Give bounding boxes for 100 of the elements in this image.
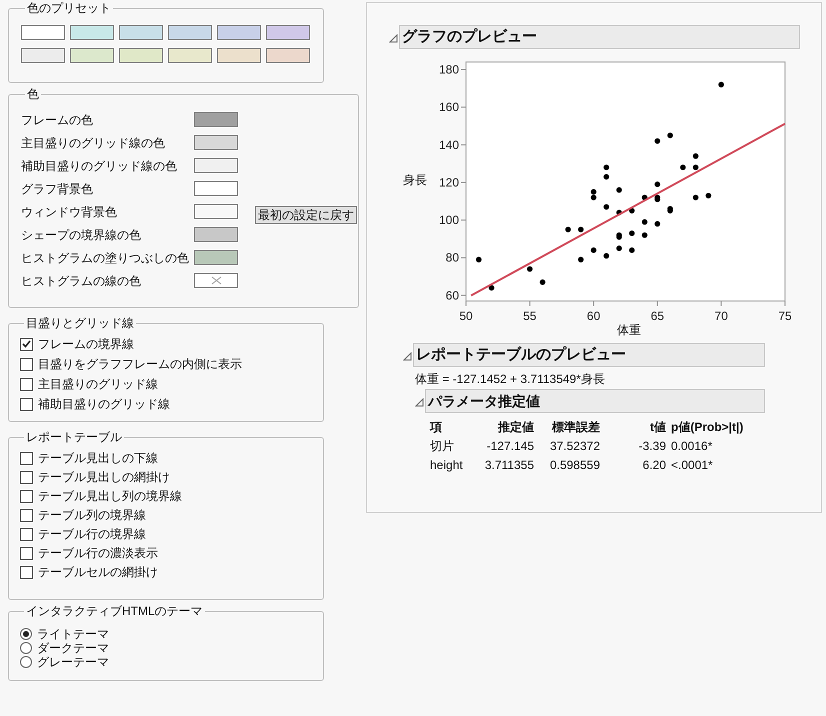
color-preset-swatch[interactable] (21, 25, 65, 40)
radio-button[interactable] (20, 656, 32, 668)
color-swatch[interactable] (194, 227, 238, 242)
column-header: 項 (430, 419, 443, 435)
color-label: 主目盛りのグリッド線の色 (21, 134, 166, 152)
y-tick-label: 120 (438, 175, 460, 190)
color-preset-swatch[interactable] (21, 48, 65, 63)
data-point (654, 221, 660, 227)
color-preset-swatch[interactable] (217, 25, 261, 40)
color-label: ヒストグラムの線の色 (21, 272, 142, 290)
y-tick: 120 (438, 175, 466, 190)
y-tick-label: 140 (438, 138, 460, 152)
checkbox-label: テーブル見出しの網掛け (38, 469, 170, 486)
no-color-swatch[interactable] (194, 273, 238, 288)
table-cell-text: 0.0016* (670, 438, 714, 454)
disclosure-triangle-icon[interactable] (389, 34, 398, 43)
data-point (590, 247, 596, 253)
data-point (578, 256, 584, 262)
data-point (488, 285, 494, 291)
disclosure-triangle-icon[interactable] (403, 352, 412, 361)
color-swatch[interactable] (194, 135, 238, 150)
data-point (692, 153, 698, 159)
data-point (654, 182, 660, 188)
data-point (565, 226, 571, 232)
color-label: グラフ背景色 (21, 180, 94, 198)
checkbox-label: テーブル列の境界線 (38, 507, 146, 524)
color-preset-swatch[interactable] (119, 48, 163, 63)
checkbox-label: 補助目盛りのグリッド線 (38, 396, 170, 413)
checkbox[interactable] (20, 566, 33, 578)
color-preset-swatch[interactable] (119, 25, 163, 40)
data-point (692, 194, 698, 200)
data-point (654, 138, 660, 144)
color-swatch[interactable] (194, 250, 238, 265)
color-preset-swatch[interactable] (266, 48, 310, 63)
checkbox[interactable] (20, 508, 33, 522)
color-swatch[interactable] (194, 181, 238, 196)
color-preset-swatch[interactable] (266, 25, 310, 40)
outline-header[interactable]: パラメータ推定値 (425, 389, 765, 413)
x-tick: 70 (714, 300, 728, 323)
checkbox[interactable] (20, 378, 33, 390)
table-cell-text: 切片 (430, 438, 455, 454)
color-preset-swatch[interactable] (70, 25, 114, 40)
data-point (692, 164, 698, 170)
data-point (604, 164, 610, 170)
checkbox-label: フレームの境界線 (38, 336, 134, 353)
y-tick: 160 (438, 100, 466, 114)
column-header: 推定値 (496, 419, 534, 435)
checkbox[interactable] (20, 528, 33, 540)
data-point (476, 256, 482, 262)
color-swatch[interactable] (194, 204, 238, 219)
y-tick: 180 (438, 62, 466, 77)
reset-button[interactable]: 最初の設定に戻す (255, 206, 357, 224)
color-preset-swatch[interactable] (168, 25, 212, 40)
y-tick-label: 80 (446, 250, 460, 265)
table-cell-text: 0.598559 (548, 457, 600, 473)
checkbox-label: テーブル行の濃淡表示 (38, 545, 158, 562)
color-preset-swatch[interactable] (70, 48, 114, 63)
checkbox[interactable] (20, 452, 33, 464)
data-point (604, 174, 610, 180)
outline-header[interactable]: レポートテーブルのプレビュー (413, 343, 765, 367)
radio-button[interactable] (20, 628, 32, 640)
data-point (616, 246, 622, 252)
y-tick: 140 (438, 138, 466, 152)
x-tick-label: 65 (650, 309, 664, 323)
color-preset-swatch[interactable] (168, 48, 212, 63)
checkbox[interactable] (20, 358, 33, 370)
data-point (718, 82, 724, 88)
checkbox[interactable] (20, 338, 33, 350)
checkbox-label: テーブル行の境界線 (38, 526, 146, 543)
color-swatch[interactable] (194, 158, 238, 173)
color-label: 補助目盛りのグリッド線の色 (21, 158, 178, 174)
cross-icon (210, 276, 222, 285)
x-tick: 75 (778, 300, 791, 323)
table-cell-text: 6.20 (642, 457, 666, 473)
table-cell-text: -127.145 (486, 438, 534, 454)
y-tick: 80 (446, 250, 466, 265)
x-tick: 60 (586, 300, 600, 323)
data-point (604, 253, 610, 259)
checkbox-label: テーブル見出しの下線 (38, 450, 158, 467)
y-tick: 60 (446, 288, 466, 302)
y-tick-label: 60 (446, 288, 460, 302)
x-tick-label: 50 (459, 309, 473, 323)
color-preset-swatch[interactable] (217, 48, 261, 63)
checkbox[interactable] (20, 398, 33, 410)
data-point (616, 187, 622, 193)
x-tick: 55 (523, 300, 536, 323)
color-swatch[interactable] (194, 112, 238, 127)
radio-button[interactable] (20, 642, 32, 654)
group-title: 色 (26, 87, 40, 101)
checkbox[interactable] (20, 546, 33, 560)
group-title: インタラクティブHTMLのテーマ (25, 604, 204, 618)
disclosure-triangle-icon[interactable] (415, 398, 424, 407)
checkbox[interactable] (20, 470, 33, 484)
data-point (642, 194, 648, 200)
checkbox[interactable] (20, 490, 33, 502)
data-point (540, 279, 546, 285)
color-label: フレームの色 (21, 112, 94, 128)
checkbox-label: 主目盛りのグリッド線 (38, 376, 158, 393)
outline-header[interactable]: グラフのプレビュー (399, 25, 800, 49)
y-tick-label: 160 (438, 100, 460, 114)
